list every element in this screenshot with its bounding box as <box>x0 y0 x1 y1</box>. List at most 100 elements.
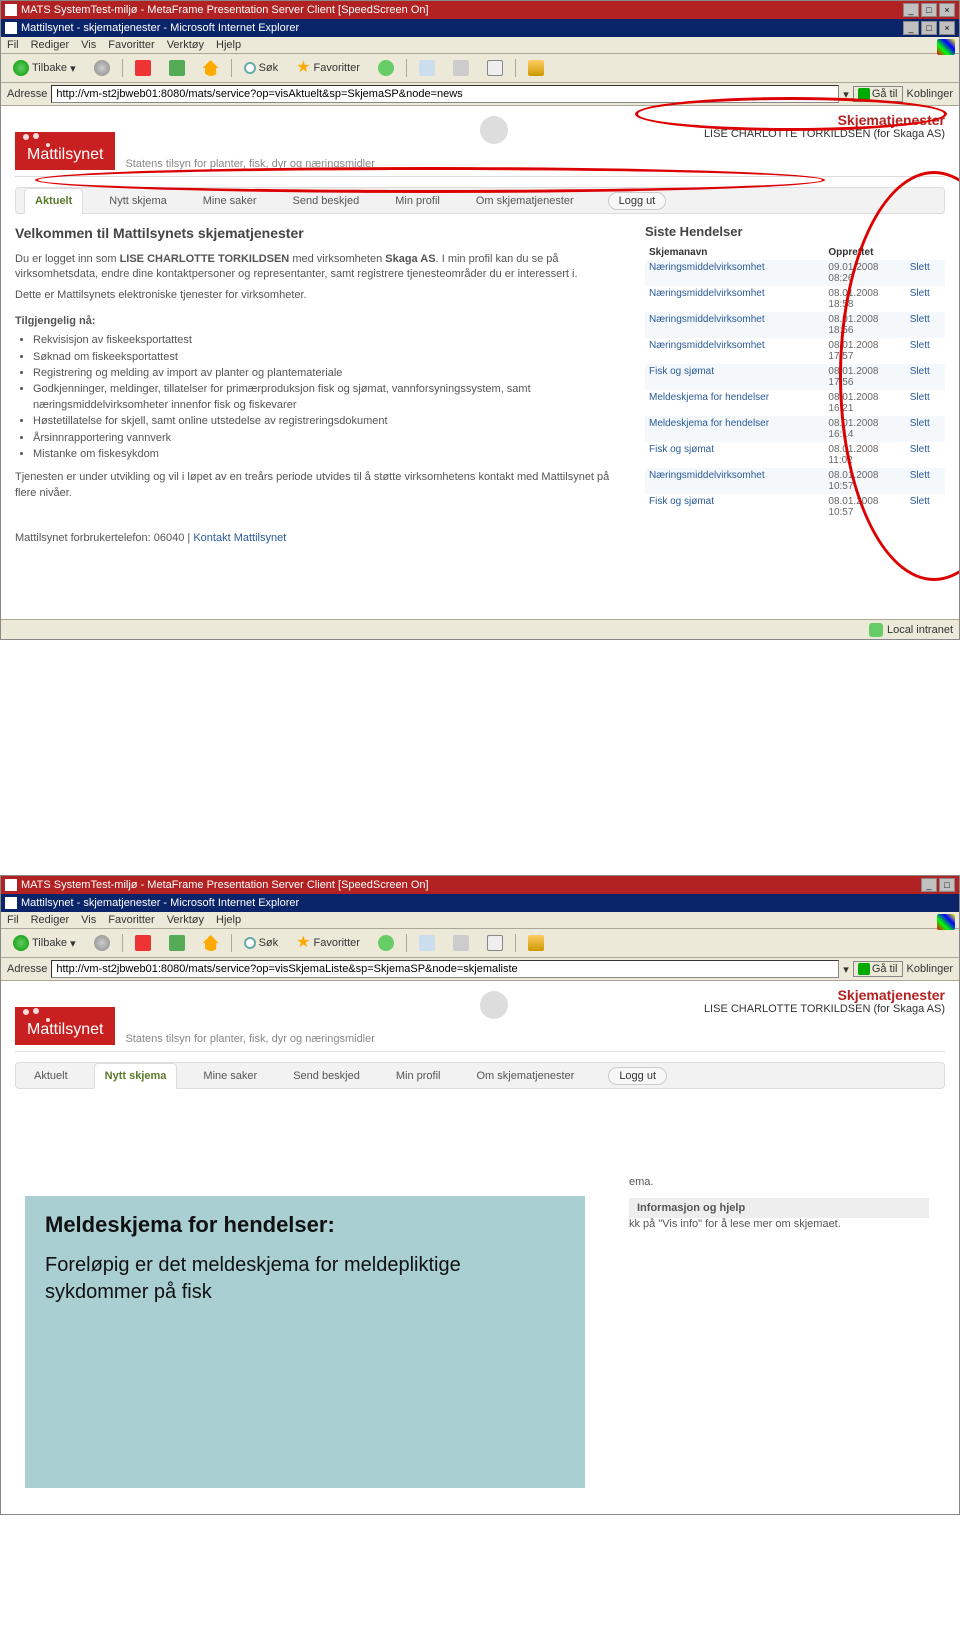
menu-tools[interactable]: Verktøy <box>167 39 204 51</box>
menu-favorites[interactable]: Favoritter <box>108 39 154 51</box>
tab-aktuelt[interactable]: Aktuelt <box>24 1064 78 1088</box>
tab-min-profil[interactable]: Min profil <box>386 1064 451 1088</box>
delete-link[interactable]: Slett <box>906 442 945 468</box>
event-name-link[interactable]: Næringsmiddelvirksomhet <box>645 286 824 312</box>
event-name-link[interactable]: Meldeskjema for hendelser <box>645 390 824 416</box>
edit-button[interactable] <box>481 932 509 954</box>
delete-link[interactable]: Slett <box>906 312 945 338</box>
tab-min-profil[interactable]: Min profil <box>385 189 450 213</box>
tab-mine-saker[interactable]: Mine saker <box>193 189 267 213</box>
event-name-link[interactable]: Næringsmiddelvirksomhet <box>645 260 824 286</box>
menu-help[interactable]: Hjelp <box>216 39 241 51</box>
edit-button[interactable] <box>481 57 509 79</box>
logged-in-user: LISE CHARLOTTE TORKILDSEN (for Skaga AS) <box>704 128 945 140</box>
metaframe-title: MATS SystemTest-miljø - MetaFrame Presen… <box>21 879 429 891</box>
event-name-link[interactable]: Meldeskjema for hendelser <box>645 416 824 442</box>
menu-help[interactable]: Hjelp <box>216 914 241 926</box>
delete-link[interactable]: Slett <box>906 494 945 520</box>
links-label[interactable]: Koblinger <box>907 963 953 975</box>
links-button[interactable] <box>522 932 550 954</box>
available-heading: Tilgjengelig nå: <box>15 314 629 329</box>
event-date: 08.01.200817:56 <box>824 364 905 390</box>
address-input[interactable] <box>51 960 839 978</box>
logout-button[interactable]: Logg ut <box>608 192 667 210</box>
go-button[interactable]: Gå til <box>853 961 903 977</box>
menu-favorites[interactable]: Favoritter <box>108 914 154 926</box>
mattilsynet-logo: Mattilsynet <box>15 1007 115 1045</box>
maximize-button[interactable]: □ <box>939 878 955 892</box>
menu-edit[interactable]: Rediger <box>31 914 70 926</box>
print-button[interactable] <box>447 932 475 954</box>
delete-link[interactable]: Slett <box>906 416 945 442</box>
service-title: Skjematjenester <box>704 112 945 128</box>
tab-nytt-skjema[interactable]: Nytt skjema <box>94 1063 178 1089</box>
favorites-button[interactable]: ★Favoritter <box>290 932 366 954</box>
zone-icon <box>869 623 883 637</box>
favorites-button[interactable]: ★Favoritter <box>290 57 366 79</box>
tab-om[interactable]: Om skjematjenester <box>467 1064 585 1088</box>
forward-button[interactable] <box>88 932 116 954</box>
forward-button[interactable] <box>88 57 116 79</box>
go-button[interactable]: Gå til <box>853 86 903 102</box>
home-button[interactable] <box>197 932 225 954</box>
links-button[interactable] <box>522 57 550 79</box>
menu-view[interactable]: Vis <box>81 914 96 926</box>
event-name-link[interactable]: Næringsmiddelvirksomhet <box>645 312 824 338</box>
mail-button[interactable] <box>413 932 441 954</box>
search-button[interactable]: Søk <box>238 934 285 952</box>
back-icon <box>13 935 29 951</box>
history-button[interactable] <box>372 57 400 79</box>
menu-edit[interactable]: Rediger <box>31 39 70 51</box>
event-name-link[interactable]: Fisk og sjømat <box>645 364 824 390</box>
maximize-button[interactable]: □ <box>921 3 937 17</box>
event-name-link[interactable]: Fisk og sjømat <box>645 494 824 520</box>
mail-button[interactable] <box>413 57 441 79</box>
tab-nytt-skjema[interactable]: Nytt skjema <box>99 189 176 213</box>
tab-aktuelt[interactable]: Aktuelt <box>24 188 83 214</box>
search-icon <box>244 62 256 74</box>
maximize-button[interactable]: □ <box>921 21 937 35</box>
stop-button[interactable] <box>129 57 157 79</box>
event-name-link[interactable]: Næringsmiddelvirksomhet <box>645 468 824 494</box>
address-dropdown[interactable]: ▾ <box>843 963 849 976</box>
delete-link[interactable]: Slett <box>906 390 945 416</box>
logout-button[interactable]: Logg ut <box>608 1067 667 1085</box>
event-name-link[interactable]: Fisk og sjømat <box>645 442 824 468</box>
menu-file[interactable]: Fil <box>7 914 19 926</box>
search-button[interactable]: Søk <box>238 59 285 77</box>
address-dropdown[interactable]: ▾ <box>843 88 849 101</box>
tab-om[interactable]: Om skjematjenester <box>466 189 584 213</box>
event-name-link[interactable]: Næringsmiddelvirksomhet <box>645 338 824 364</box>
menu-file[interactable]: Fil <box>7 39 19 51</box>
list-item: Godkjenninger, meldinger, tillatelser fo… <box>33 382 629 413</box>
back-button[interactable]: Tilbake ▾ <box>7 932 82 954</box>
print-button[interactable] <box>447 57 475 79</box>
delete-link[interactable]: Slett <box>906 260 945 286</box>
refresh-button[interactable] <box>163 932 191 954</box>
edit-icon <box>487 935 503 951</box>
history-button[interactable] <box>372 932 400 954</box>
minimize-button[interactable]: _ <box>903 3 919 17</box>
tab-send-beskjed[interactable]: Send beskjed <box>283 189 370 213</box>
stop-button[interactable] <box>129 932 157 954</box>
refresh-button[interactable] <box>163 57 191 79</box>
ie-statusbar: Local intranet <box>1 619 959 639</box>
tab-send-beskjed[interactable]: Send beskjed <box>283 1064 370 1088</box>
address-input[interactable] <box>51 85 839 103</box>
minimize-button[interactable]: _ <box>903 21 919 35</box>
contact-link[interactable]: Kontakt Mattilsynet <box>193 532 286 544</box>
delete-link[interactable]: Slett <box>906 364 945 390</box>
delete-link[interactable]: Slett <box>906 286 945 312</box>
back-button[interactable]: Tilbake ▾ <box>7 57 82 79</box>
home-button[interactable] <box>197 57 225 79</box>
close-button[interactable]: × <box>939 21 955 35</box>
links-label[interactable]: Koblinger <box>907 88 953 100</box>
tab-mine-saker[interactable]: Mine saker <box>193 1064 267 1088</box>
delete-link[interactable]: Slett <box>906 468 945 494</box>
delete-link[interactable]: Slett <box>906 338 945 364</box>
menu-tools[interactable]: Verktøy <box>167 914 204 926</box>
menu-view[interactable]: Vis <box>81 39 96 51</box>
search-icon <box>244 937 256 949</box>
close-button[interactable]: × <box>939 3 955 17</box>
minimize-button[interactable]: _ <box>921 878 937 892</box>
